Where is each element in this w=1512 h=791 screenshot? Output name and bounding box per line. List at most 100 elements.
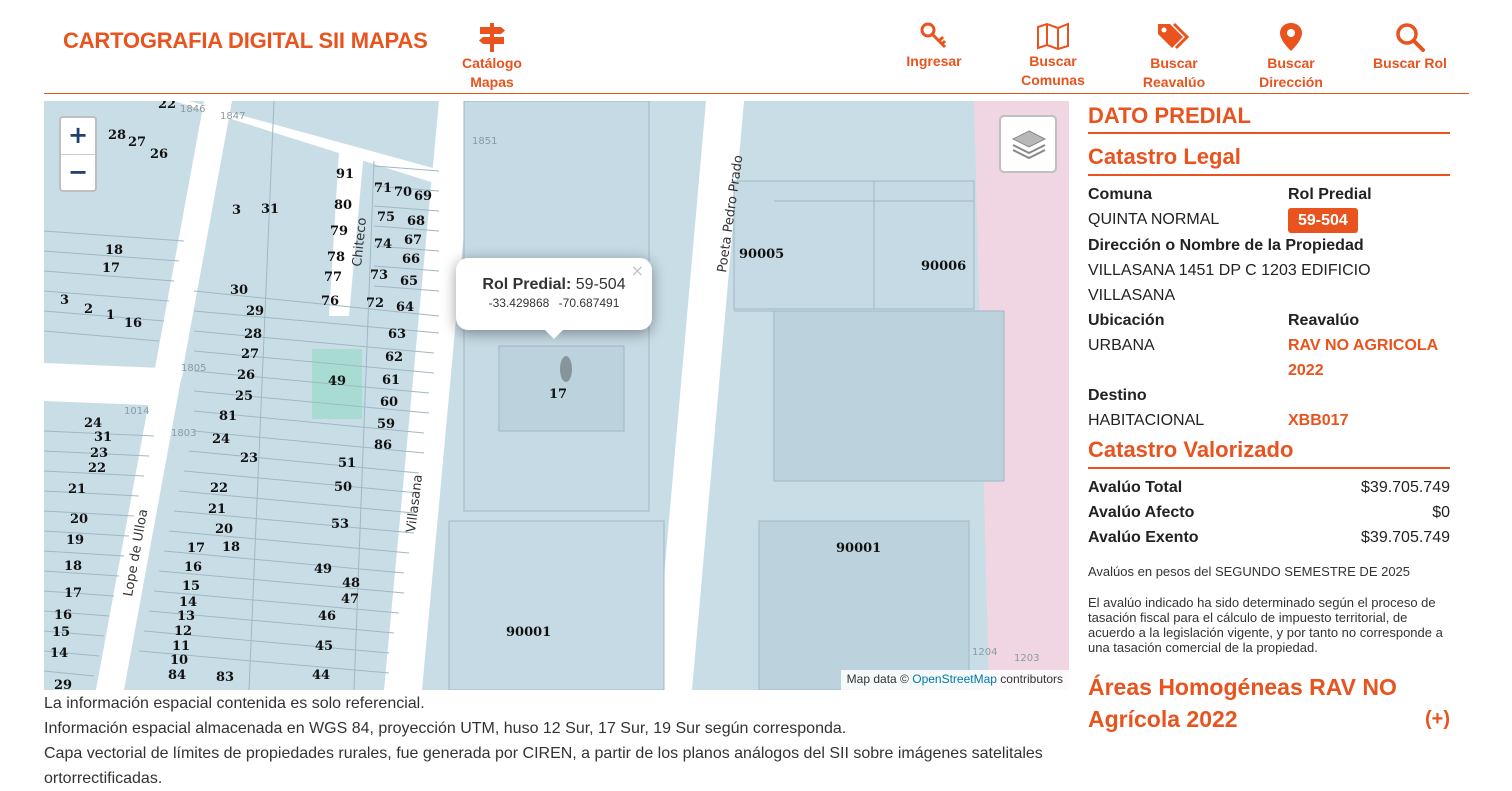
lot-label: 59 xyxy=(377,417,395,432)
areas-homogeneas-section[interactable]: Áreas Homogéneas RAV NO Agrícola 2022 (+… xyxy=(1088,671,1450,735)
zoom-in-button[interactable]: + xyxy=(61,118,95,154)
lot-label: 17 xyxy=(64,586,82,601)
lot-label: 15 xyxy=(182,579,200,594)
lot-label: 86 xyxy=(374,438,392,453)
openstreetmap-link[interactable]: OpenStreetMap xyxy=(912,672,997,686)
lot-label: 63 xyxy=(388,327,406,342)
house-number: 1803 xyxy=(171,428,196,439)
map-attribution: Map data © OpenStreetMap contributors xyxy=(840,670,1069,690)
destino-label: Destino xyxy=(1088,387,1147,404)
lot-label: 75 xyxy=(377,210,395,225)
lot-label: 22 xyxy=(210,481,228,496)
lot-label: 80 xyxy=(334,198,352,213)
lot-label: 90001 xyxy=(506,625,551,640)
house-number: 1204 xyxy=(972,647,997,658)
avaluo-afecto-label: Avalúo Afecto xyxy=(1088,504,1195,521)
ubicacion-value: URBANA xyxy=(1088,337,1155,354)
map-popup: × Rol Predial: 59-504 -33.429868 -70.687… xyxy=(456,258,652,339)
avaluo-afecto-value: $0 xyxy=(1432,504,1450,521)
popup-coords: -33.429868 -70.687491 xyxy=(456,296,652,310)
zoom-out-button[interactable]: − xyxy=(61,154,95,190)
attribution-suffix: contributors xyxy=(1000,672,1063,686)
note-semestre: Avalúos en pesos del SEGUNDO SEMESTRE DE… xyxy=(1088,564,1411,579)
zoom-control: + − xyxy=(59,116,97,192)
lot-label: 23 xyxy=(90,446,108,461)
house-number: 1846 xyxy=(180,104,205,115)
lot-label: 90001 xyxy=(836,541,881,556)
rol-badge: 59-504 xyxy=(1288,208,1358,233)
map-pin-icon xyxy=(1280,23,1302,51)
lot-label: 24 xyxy=(84,416,102,431)
buscar-comunas-label-1: Buscar xyxy=(1029,53,1077,69)
signpost-icon xyxy=(479,23,505,52)
lot-label: 49 xyxy=(314,562,332,577)
house-number: 1203 xyxy=(1014,653,1039,664)
avaluo-total-row: Avalúo Total $39.705.749 xyxy=(1088,475,1450,500)
catastro-legal-title: Catastro Legal xyxy=(1088,143,1450,176)
lot-label: 27 xyxy=(241,347,259,362)
lot-label: 17 xyxy=(187,541,205,556)
reavaluo-label: Reavalúo xyxy=(1288,312,1360,329)
catalogo-mapas-button[interactable]: Catálogo Mapas xyxy=(462,22,522,92)
lot-label: 67 xyxy=(404,233,422,248)
lot-label: 28 xyxy=(244,327,262,342)
map-icon xyxy=(1037,22,1069,50)
lot-label: 16 xyxy=(184,560,202,575)
lot-label: 79 xyxy=(330,224,348,239)
lot-label: 45 xyxy=(315,639,333,654)
lot-label: 65 xyxy=(400,274,418,289)
lot-label: 17 xyxy=(102,261,120,276)
areas-expand-toggle[interactable]: (+) xyxy=(1425,703,1450,735)
buscar-comunas-button[interactable]: Buscar Comunas xyxy=(1020,22,1086,90)
layers-button[interactable] xyxy=(999,115,1057,173)
lot-label: 77 xyxy=(324,270,342,285)
lot-label: 24 xyxy=(212,432,230,447)
close-icon[interactable]: × xyxy=(631,261,644,280)
lot-label: 11 xyxy=(172,639,190,654)
lot-label: 30 xyxy=(230,283,248,298)
map-base-layer[interactable]: 17 90005 90006 90001 90001 31 49 91 80 7… xyxy=(44,101,1069,690)
lot-label: 50 xyxy=(334,480,352,495)
popup-lon: -70.687491 xyxy=(558,296,620,310)
areas-title: Áreas Homogéneas RAV NO Agrícola 2022 xyxy=(1088,674,1397,732)
lot-label: 18 xyxy=(105,243,123,258)
lot-label: 13 xyxy=(177,609,195,624)
lot-label: 1 xyxy=(106,308,115,323)
rol-label: Rol Predial xyxy=(1288,186,1372,203)
avaluo-total-label: Avalúo Total xyxy=(1088,479,1183,496)
lot-label: 17 xyxy=(549,387,567,402)
buscar-direccion-button[interactable]: Buscar Dirección xyxy=(1256,22,1326,92)
lot-label: 10 xyxy=(170,653,188,668)
block-large-east xyxy=(773,310,1005,482)
destino-value: HABITACIONAL xyxy=(1088,412,1205,429)
avaluo-exento-label: Avalúo Exento xyxy=(1088,529,1199,546)
layers-icon xyxy=(1011,130,1047,160)
lot-label: 60 xyxy=(380,395,398,410)
lot-label: 70 xyxy=(394,185,412,200)
lot-label: 90006 xyxy=(921,259,966,274)
comuna-label: Comuna xyxy=(1088,186,1152,203)
reavaluo-value: RAV NO AGRICOLA 2022 xyxy=(1288,337,1438,379)
lot-label: 16 xyxy=(54,608,72,623)
ingresar-button[interactable]: Ingresar xyxy=(906,22,962,71)
buscar-reavaluo-button[interactable]: Buscar Reavalúo xyxy=(1138,22,1210,92)
lot-label: 20 xyxy=(70,512,88,527)
lot-label: 21 xyxy=(208,502,226,517)
lot-label: 78 xyxy=(327,250,345,265)
lot-label: 31 xyxy=(94,430,112,445)
lot-label: 18 xyxy=(64,559,82,574)
lot-label: 76 xyxy=(321,294,339,309)
map-viewport[interactable]: 17 90005 90006 90001 90001 31 49 91 80 7… xyxy=(44,101,1069,690)
buscar-rol-label: Buscar Rol xyxy=(1373,55,1447,71)
app-title: CARTOGRAFIA DIGITAL SII MAPAS xyxy=(63,28,428,53)
disclaimer-line-2: Información espacial almacenada en WGS 8… xyxy=(44,720,847,737)
lot-label: 15 xyxy=(52,625,70,640)
lot-label: 22 xyxy=(88,461,106,476)
buscar-rol-button[interactable]: Buscar Rol xyxy=(1370,22,1450,73)
lot-label: 28 xyxy=(108,128,126,143)
lot-label: 64 xyxy=(396,300,414,315)
lot-label: 22 xyxy=(158,101,176,112)
disclaimer-line-3: Capa vectorial de límites de propiedades… xyxy=(44,745,1043,787)
lot-label: 48 xyxy=(342,576,360,591)
lot-label: 72 xyxy=(366,296,384,311)
